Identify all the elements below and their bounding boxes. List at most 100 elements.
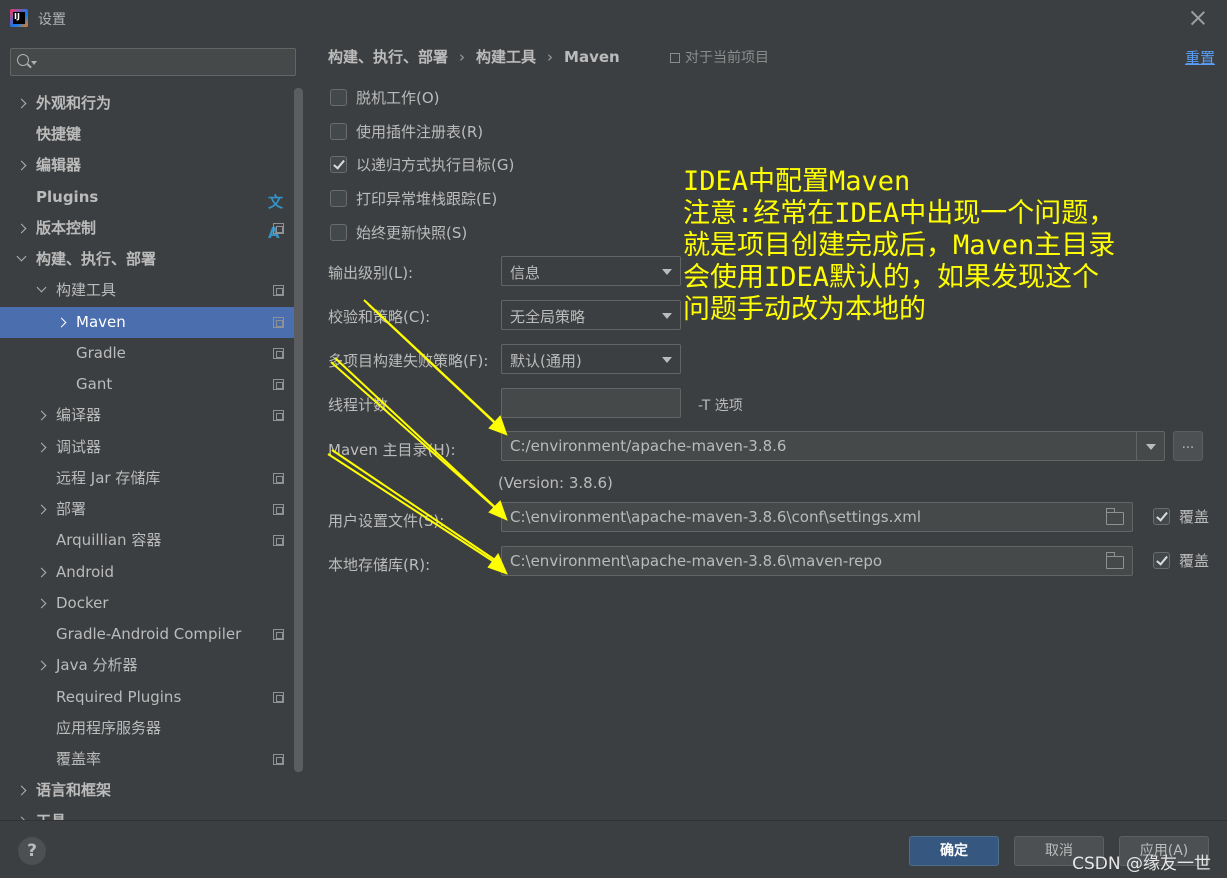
maven-home-dropdown[interactable]: [1136, 432, 1164, 460]
thread-count-hint: -T 选项: [698, 398, 743, 414]
maven-home-browse-button[interactable]: ...: [1173, 431, 1203, 461]
sidebar-item-java-profiler[interactable]: Java 分析器: [0, 650, 294, 681]
sidebar-item-gradle[interactable]: Gradle: [0, 338, 294, 369]
thread-count-label: 线程计数: [328, 396, 389, 414]
breadcrumb-item: Maven: [564, 48, 620, 66]
project-scope-icon: [273, 629, 284, 640]
chevron-down-icon[interactable]: [36, 282, 47, 293]
sidebar-scrollbar[interactable]: [294, 88, 303, 772]
chevron-right-icon[interactable]: [16, 98, 27, 109]
output-level-label: 输出级别(L):: [328, 264, 414, 282]
breadcrumb-separator: ›: [547, 48, 554, 66]
chevron-down-icon: [662, 357, 672, 363]
chevron-right-icon[interactable]: [36, 504, 47, 515]
offline-checkbox[interactable]: [330, 89, 347, 106]
project-scope-icon: [273, 379, 284, 390]
maven-version-text: (Version: 3.8.6): [498, 474, 613, 492]
always-update-checkbox[interactable]: [330, 224, 347, 241]
project-scope-icon: [670, 53, 680, 63]
user-settings-input[interactable]: C:\environment\apache-maven-3.8.6\conf\s…: [501, 502, 1133, 532]
fail-policy-select[interactable]: 默认(通用): [501, 344, 681, 374]
dialog-footer: ? 确定 取消 应用(A) CSDN @缘友一世: [0, 820, 1227, 878]
chevron-right-icon[interactable]: [36, 598, 47, 609]
chevron-down-icon: [662, 313, 672, 319]
project-scope-icon: [273, 535, 284, 546]
sidebar-item-required-plugins[interactable]: Required Plugins: [0, 682, 294, 713]
sidebar-item-arquillian[interactable]: Arquillian 容器: [0, 525, 294, 556]
chevron-down-icon[interactable]: [16, 251, 27, 262]
sidebar-item-appearance[interactable]: 外观和行为: [0, 88, 294, 119]
breadcrumb: 构建、执行、部署 › 构建工具 › Maven: [328, 46, 620, 67]
local-repo-label: 本地存储库(R):: [328, 556, 431, 574]
annotation-arrow-line: [330, 361, 503, 515]
user-settings-label: 用户设置文件(S):: [328, 512, 445, 530]
output-level-select[interactable]: 信息: [501, 256, 681, 286]
project-scope-icon: [273, 473, 284, 484]
sidebar-item-gant[interactable]: Gant: [0, 369, 294, 400]
sidebar-item-compiler[interactable]: 编译器: [0, 400, 294, 431]
sidebar-item-keymap[interactable]: 快捷键: [0, 119, 294, 150]
sidebar-item-android[interactable]: Android: [0, 557, 294, 588]
checksum-policy-label: 校验和策略(C):: [328, 308, 431, 326]
chevron-right-icon[interactable]: [36, 442, 47, 453]
sidebar-item-tools[interactable]: 工具: [0, 806, 294, 820]
search-icon: [17, 54, 29, 66]
sidebar-item-build-execution-deployment[interactable]: 构建、执行、部署: [0, 244, 294, 275]
sidebar-item-languages-frameworks[interactable]: 语言和框架: [0, 775, 294, 806]
sidebar-item-coverage[interactable]: 覆盖率: [0, 744, 294, 775]
breadcrumb-item[interactable]: 构建、执行、部署: [328, 48, 448, 66]
search-history-dropdown-icon[interactable]: [31, 61, 37, 65]
print-stack-checkbox[interactable]: [330, 190, 347, 207]
chevron-right-icon[interactable]: [56, 317, 67, 328]
local-repo-input[interactable]: C:\environment\apache-maven-3.8.6\maven-…: [501, 546, 1133, 576]
chevron-right-icon[interactable]: [16, 223, 27, 234]
intellij-logo-icon: IJ: [10, 9, 28, 27]
sidebar-item-deployment[interactable]: 部署: [0, 494, 294, 525]
ok-button[interactable]: 确定: [909, 836, 999, 866]
sidebar-item-debugger[interactable]: 调试器: [0, 432, 294, 463]
project-scope-icon: [273, 692, 284, 703]
sidebar-item-build-tools[interactable]: 构建工具: [0, 275, 294, 306]
project-scope-icon: [273, 754, 284, 765]
recursive-checkbox[interactable]: [330, 156, 347, 173]
project-scope-icon: [273, 348, 284, 359]
breadcrumb-separator: ›: [459, 48, 466, 66]
plugin-registry-checkbox[interactable]: [330, 123, 347, 140]
maven-home-combo[interactable]: C:/environment/apache-maven-3.8.6: [501, 431, 1165, 461]
chevron-right-icon[interactable]: [16, 785, 27, 796]
chevron-down-icon: [662, 269, 672, 275]
chevron-right-icon[interactable]: [36, 410, 47, 421]
chevron-right-icon[interactable]: [36, 660, 47, 671]
chevron-right-icon[interactable]: [36, 567, 47, 578]
sidebar-item-application-servers[interactable]: 应用程序服务器: [0, 713, 294, 744]
folder-icon[interactable]: [1106, 552, 1124, 569]
thread-count-input[interactable]: [501, 388, 681, 418]
sidebar-item-remote-jar-repositories[interactable]: 远程 Jar 存储库: [0, 463, 294, 494]
reset-link[interactable]: 重置: [1185, 47, 1215, 68]
user-settings-override-checkbox[interactable]: [1153, 508, 1170, 525]
annotation-arrow-line: [331, 449, 499, 563]
sidebar-item-version-control[interactable]: 版本控制: [0, 213, 294, 244]
sidebar-item-gradle-android-compiler[interactable]: Gradle-Android Compiler: [0, 619, 294, 650]
settings-sidebar: 外观和行为 快捷键 编辑器 Plugins 文A 版本控制 构建、执行、部署 构…: [0, 36, 306, 820]
chevron-down-icon: [1146, 444, 1156, 450]
folder-icon[interactable]: [1106, 508, 1124, 525]
sidebar-item-maven[interactable]: Maven: [0, 307, 294, 338]
sidebar-item-editor[interactable]: 编辑器: [0, 150, 294, 181]
sidebar-item-plugins[interactable]: Plugins 文A: [0, 182, 294, 242]
local-repo-override-checkbox[interactable]: [1153, 552, 1170, 569]
scope-indicator: 对于当前项目: [670, 47, 769, 67]
fail-policy-label: 多项目构建失败策略(F):: [328, 352, 489, 370]
sidebar-item-docker[interactable]: Docker: [0, 588, 294, 619]
maven-settings-panel: 构建、执行、部署 › 构建工具 › Maven 对于当前项目 重置 脱机工作(O) 使用…: [306, 36, 1227, 820]
title-bar: IJ 设置: [0, 0, 1227, 36]
close-icon[interactable]: [1189, 9, 1207, 27]
breadcrumb-item[interactable]: 构建工具: [476, 48, 536, 66]
project-scope-icon: [273, 410, 284, 421]
maven-home-label: Maven 主目录(H):: [328, 441, 456, 459]
checksum-policy-select[interactable]: 无全局策略: [501, 300, 681, 330]
watermark: CSDN @缘友一世: [1072, 854, 1211, 874]
help-button[interactable]: ?: [18, 837, 46, 865]
search-input[interactable]: [10, 48, 296, 76]
chevron-right-icon[interactable]: [16, 160, 27, 171]
